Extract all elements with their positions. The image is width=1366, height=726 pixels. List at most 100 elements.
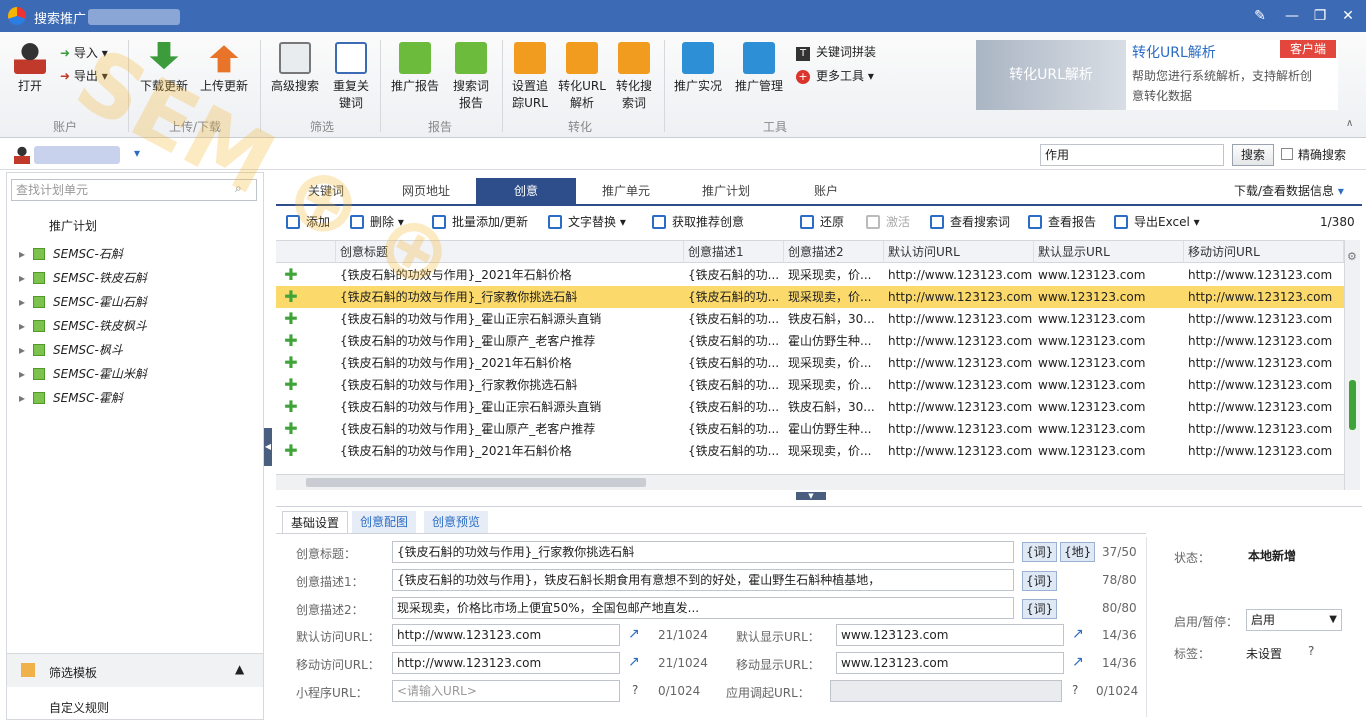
- expand-arrow-icon[interactable]: ▸: [19, 247, 27, 261]
- column-header[interactable]: 创意描述2: [784, 241, 884, 263]
- expand-arrow-icon[interactable]: ▸: [19, 271, 27, 285]
- expand-arrow-icon[interactable]: ▸: [19, 391, 27, 405]
- open-link-icon[interactable]: ↗: [1072, 626, 1084, 642]
- splitter-collapse-icon[interactable]: ◀: [264, 428, 272, 466]
- table-cell[interactable]: www.123123.com: [1034, 264, 1184, 286]
- column-header[interactable]: 移动访问URL: [1184, 241, 1344, 263]
- table-row[interactable]: ✚ {铁皮石斛的功效与作用}_霍山原产_老客户推荐 {铁皮石斛的功... 霍山仿野生种…: [276, 330, 1344, 352]
- table-cell[interactable]: {铁皮石斛的功...: [684, 352, 784, 374]
- open-button[interactable]: 打开: [10, 42, 50, 94]
- table-cell[interactable]: {铁皮石斛的功效与作用}_2021年石斛价格: [336, 440, 684, 462]
- table-cell[interactable]: {铁皮石斛的功...: [684, 286, 784, 308]
- import-button[interactable]: ➜ 导入 ▾: [60, 42, 120, 64]
- table-cell[interactable]: http://www.123123.com: [1184, 418, 1344, 440]
- table-cell[interactable]: http://www.123123.com: [1184, 330, 1344, 352]
- plan-tree-item[interactable]: ▸ SEMSC-石斛: [19, 245, 123, 262]
- table-cell[interactable]: 现采现卖，价...: [784, 286, 884, 308]
- app-url-input[interactable]: [830, 680, 1062, 702]
- enable-select[interactable]: 启用 ▼: [1246, 609, 1342, 631]
- table-cell[interactable]: http://www.123123.com: [1184, 440, 1344, 462]
- table-cell[interactable]: http://www.123123.com: [1184, 286, 1344, 308]
- column-header[interactable]: 创意描述1: [684, 241, 784, 263]
- table-row[interactable]: ✚ {铁皮石斛的功效与作用}_2021年石斛价格 {铁皮石斛的功... 现采现卖，价.…: [276, 264, 1344, 286]
- table-row[interactable]: ✚ {铁皮石斛的功效与作用}_行家教你挑选石斛 {铁皮石斛的功... 现采现卖，价..…: [276, 374, 1344, 396]
- table-cell[interactable]: {铁皮石斛的功...: [684, 308, 784, 330]
- table-cell[interactable]: http://www.123123.com: [1184, 308, 1344, 330]
- search-icon[interactable]: ⌕: [235, 181, 242, 196]
- help-icon[interactable]: ?: [632, 683, 638, 697]
- mobile-url-input[interactable]: http://www.123123.com: [392, 652, 620, 674]
- expand-arrow-icon[interactable]: ▸: [19, 367, 27, 381]
- custom-rule-item[interactable]: 自定义规则: [49, 699, 109, 716]
- desc1-input[interactable]: {铁皮石斛的功效与作用}，铁皮石斛长期食用有意想不到的好处，霍山野生石斛种植基地…: [392, 569, 1014, 591]
- batch-add-button[interactable]: 批量添加/更新: [432, 212, 528, 232]
- export-excel-button[interactable]: 导出Excel ▾: [1114, 212, 1200, 232]
- table-cell[interactable]: http://www.123123.com: [884, 308, 1034, 330]
- export-button[interactable]: ➜ 导出 ▾: [60, 65, 120, 87]
- default-show-input[interactable]: www.123123.com: [836, 624, 1064, 646]
- column-header[interactable]: 创意标题: [336, 241, 684, 263]
- tab-3[interactable]: 推广单元: [576, 178, 676, 204]
- view-report-button[interactable]: 查看报告: [1028, 212, 1096, 232]
- help-icon[interactable]: ?: [1308, 644, 1314, 658]
- table-cell[interactable]: 现采现卖，价...: [784, 374, 884, 396]
- tab-5[interactable]: 账户: [776, 178, 876, 204]
- restore-button[interactable]: ❐: [1310, 6, 1330, 26]
- filter-template-bar[interactable]: 筛选模板 ▲: [7, 653, 263, 687]
- insert-ci-button[interactable]: {词}: [1022, 542, 1058, 562]
- vertical-scrollbar[interactable]: ⚙: [1344, 240, 1360, 490]
- table-cell[interactable]: {铁皮石斛的功...: [684, 440, 784, 462]
- column-header[interactable]: 默认显示URL: [1034, 241, 1184, 263]
- table-cell[interactable]: http://www.123123.com: [884, 396, 1034, 418]
- table-cell[interactable]: {铁皮石斛的功效与作用}_行家教你挑选石斛: [336, 286, 684, 308]
- open-link-icon[interactable]: ↗: [628, 654, 640, 670]
- delete-button[interactable]: 删除 ▾: [350, 212, 404, 232]
- grid-settings-icon[interactable]: ⚙: [1347, 250, 1357, 263]
- splitter-collapse-icon[interactable]: ▼: [796, 492, 826, 500]
- plan-tree-item[interactable]: ▸ SEMSC-铁皮枫斗: [19, 317, 147, 334]
- table-cell[interactable]: {铁皮石斛的功效与作用}_霍山原产_老客户推荐: [336, 418, 684, 440]
- table-cell[interactable]: 霍山仿野生种...: [784, 418, 884, 440]
- table-cell[interactable]: {铁皮石斛的功...: [684, 330, 784, 352]
- table-cell[interactable]: 现采现卖，价...: [784, 264, 884, 286]
- plan-tree-item[interactable]: ▸ SEMSC-霍斛: [19, 389, 123, 406]
- download-view-link[interactable]: 下载/查看数据信息 ▾: [1234, 182, 1344, 199]
- table-row[interactable]: ✚ {铁皮石斛的功效与作用}_2021年石斛价格 {铁皮石斛的功... 现采现卖，价.…: [276, 352, 1344, 374]
- tab-2[interactable]: 创意: [476, 178, 576, 204]
- promo-mgmt-button[interactable]: 推广管理: [732, 42, 786, 94]
- table-cell[interactable]: {铁皮石斛的功效与作用}_2021年石斛价格: [336, 352, 684, 374]
- table-cell[interactable]: www.123123.com: [1034, 374, 1184, 396]
- table-cell[interactable]: http://www.123123.com: [1184, 352, 1344, 374]
- text-replace-button[interactable]: 文字替换 ▾: [548, 212, 626, 232]
- table-cell[interactable]: 霍山仿野生种...: [784, 330, 884, 352]
- table-cell[interactable]: http://www.123123.com: [884, 352, 1034, 374]
- view-search-term-button[interactable]: 查看搜索词: [930, 212, 1010, 232]
- table-cell[interactable]: {铁皮石斛的功...: [684, 264, 784, 286]
- table-cell[interactable]: http://www.123123.com: [1184, 264, 1344, 286]
- table-cell[interactable]: www.123123.com: [1034, 330, 1184, 352]
- table-cell[interactable]: http://www.123123.com: [884, 374, 1034, 396]
- mini-program-input[interactable]: <请输入URL>: [392, 680, 620, 702]
- plan-tree-item[interactable]: ▸ SEMSC-霍山石斛: [19, 293, 147, 310]
- help-icon[interactable]: ?: [1072, 683, 1078, 697]
- table-cell[interactable]: www.123123.com: [1034, 286, 1184, 308]
- table-row[interactable]: ✚ {铁皮石斛的功效与作用}_行家教你挑选石斛 {铁皮石斛的功... 现采现卖，价..…: [276, 286, 1344, 308]
- table-cell[interactable]: {铁皮石斛的功...: [684, 418, 784, 440]
- tab-0[interactable]: 关键词: [276, 178, 376, 204]
- horizontal-scrollbar[interactable]: [276, 474, 1344, 490]
- table-cell[interactable]: {铁皮石斛的功效与作用}_2021年石斛价格: [336, 264, 684, 286]
- table-cell[interactable]: www.123123.com: [1034, 440, 1184, 462]
- plan-tree-item[interactable]: ▸ SEMSC-枫斗: [19, 341, 123, 358]
- keyword-concat-button[interactable]: T 关键词拼装: [796, 42, 876, 62]
- table-cell[interactable]: 现采现卖，价...: [784, 440, 884, 462]
- table-cell[interactable]: http://www.123123.com: [884, 286, 1034, 308]
- live-promo-button[interactable]: 推广实况: [672, 42, 724, 94]
- activate-button[interactable]: 激活: [866, 212, 910, 232]
- table-cell[interactable]: http://www.123123.com: [884, 418, 1034, 440]
- desc2-input[interactable]: 现采现卖，价格比市场上便宜50%，全国包邮产地直发...: [392, 597, 1014, 619]
- search-input[interactable]: 作用: [1040, 144, 1224, 166]
- default-url-input[interactable]: http://www.123123.com: [392, 624, 620, 646]
- title-input[interactable]: {铁皮石斛的功效与作用}_行家教你挑选石斛: [392, 541, 1014, 563]
- open-link-icon[interactable]: ↗: [628, 626, 640, 642]
- table-cell[interactable]: {铁皮石斛的功...: [684, 396, 784, 418]
